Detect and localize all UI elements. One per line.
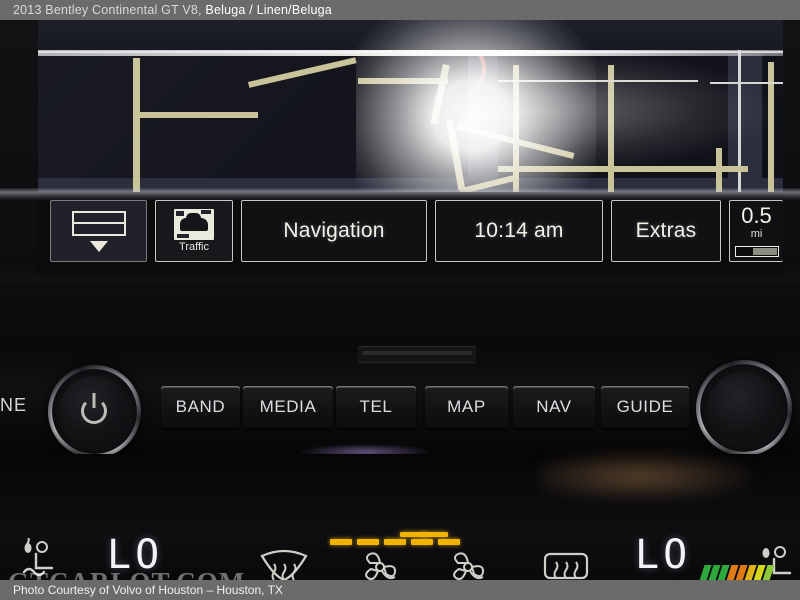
fan-icon[interactable] — [360, 548, 400, 580]
map-highway-line — [498, 80, 698, 82]
fan-speed-segment — [330, 539, 352, 545]
fan-speed-segment — [384, 539, 406, 545]
guide-button[interactable]: GUIDE — [601, 386, 689, 428]
band-button[interactable]: BAND — [161, 386, 240, 428]
chevron-down-icon — [89, 240, 108, 252]
nav-navigation-button[interactable]: Navigation — [241, 200, 427, 262]
tune-label: NE — [0, 395, 28, 415]
knob-face — [59, 376, 130, 447]
map-road — [133, 58, 140, 192]
nav-extras-label: Extras — [635, 219, 697, 242]
background-reflection — [540, 450, 760, 498]
gtcarlot-stripe-logo — [695, 565, 782, 580]
media-button[interactable]: MEDIA — [243, 386, 333, 428]
fan-speed-segment — [438, 539, 460, 545]
power-volume-knob[interactable] — [48, 365, 141, 458]
screenshot-root: 2013 Bentley Continental GT V8, Beluga /… — [0, 0, 800, 600]
footer-bar: Photo Courtesy of Volvo of Houston – Hou… — [0, 580, 800, 600]
vehicle-photo: Traffic Navigation 10:14 am Extras 0.5 m… — [0, 20, 800, 580]
power-icon — [81, 398, 108, 425]
map-button[interactable]: MAP — [425, 386, 508, 428]
map-view[interactable] — [38, 20, 783, 192]
map-road — [513, 65, 519, 192]
media-slot[interactable] — [358, 346, 476, 362]
vehicle-title: 2013 Bentley Continental GT V8, — [13, 3, 202, 17]
tune-knob[interactable] — [696, 360, 792, 456]
nav-button[interactable]: NAV — [513, 386, 595, 428]
map-top-band — [38, 20, 783, 50]
chrome-trim-strip — [0, 188, 800, 200]
knob-face — [707, 371, 781, 445]
nav-extras-button[interactable]: Extras — [611, 200, 721, 262]
photo-credit: Photo Courtesy of Volvo of Houston – Hou… — [13, 583, 283, 597]
nav-navigation-label: Navigation — [283, 219, 385, 242]
traffic-icon — [174, 209, 214, 240]
map-road — [716, 148, 722, 192]
nav-traffic-label: Traffic — [179, 241, 209, 253]
side-indicator-segment — [422, 532, 448, 537]
nav-clock-button[interactable]: 10:14 am — [435, 200, 603, 262]
navigation-screen[interactable]: Traffic Navigation 10:14 am Extras 0.5 m… — [38, 20, 783, 275]
fan-speed-segment — [357, 539, 379, 545]
map-top-streak — [38, 50, 783, 56]
nav-distance-indicator: 0.5 mi — [729, 200, 783, 262]
map-scale-bar — [734, 246, 779, 257]
nav-clock-label: 10:14 am — [474, 219, 564, 242]
distance-value: 0.5 — [741, 203, 772, 228]
distance-unit: mi — [750, 228, 763, 240]
nav-menu-bar: Traffic Navigation 10:14 am Extras 0.5 m… — [38, 192, 783, 275]
nav-list-button[interactable] — [50, 200, 147, 262]
rear-defrost-icon[interactable] — [540, 546, 592, 580]
tel-button[interactable]: TEL — [336, 386, 416, 428]
passenger-temperature-display: LO — [635, 532, 692, 578]
map-road — [498, 166, 748, 172]
map-highway-line — [710, 82, 783, 84]
fan-icon[interactable] — [448, 548, 488, 580]
watermark: GTCARLOT.COM — [8, 567, 245, 580]
nav-traffic-button[interactable]: Traffic — [155, 200, 233, 262]
list-icon — [71, 210, 126, 236]
map-road — [608, 65, 614, 192]
map-road — [138, 112, 258, 118]
fan-speed-segment — [411, 539, 433, 545]
front-defrost-icon[interactable] — [256, 544, 312, 580]
vehicle-colors: Beluga / Linen/Beluga — [205, 3, 332, 17]
title-bar: 2013 Bentley Continental GT V8, Beluga /… — [0, 0, 800, 20]
